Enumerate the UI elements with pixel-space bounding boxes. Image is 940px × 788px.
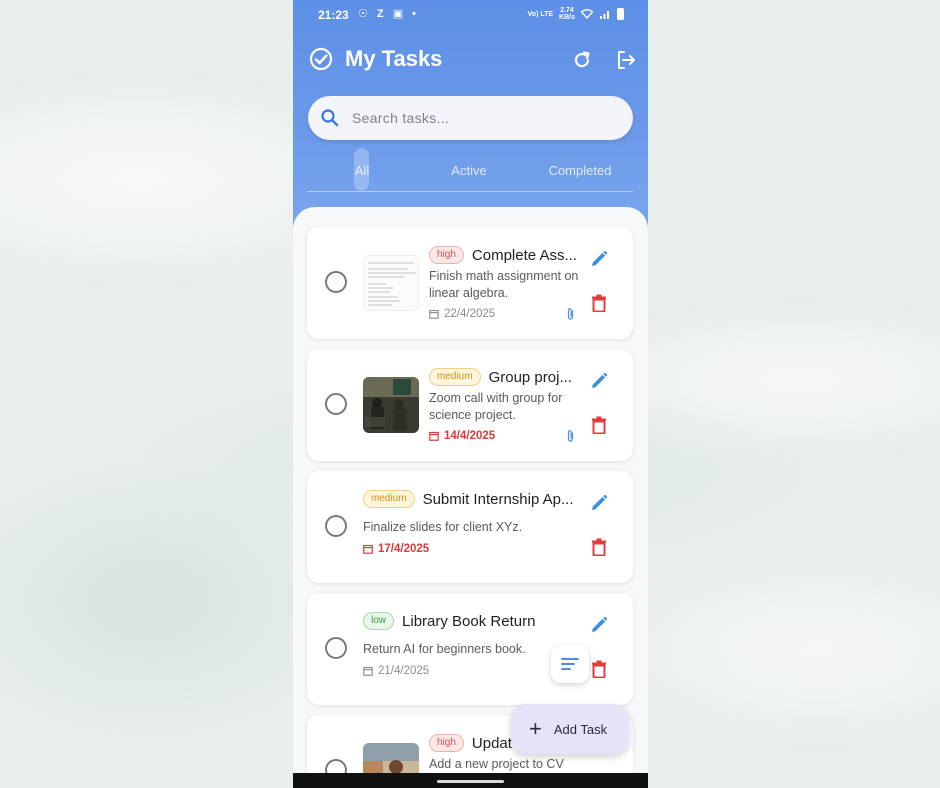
title-row: high Complete Ass... xyxy=(429,245,589,265)
network-speed: 2.74 KB/s xyxy=(559,7,575,21)
complete-checkbox[interactable] xyxy=(325,515,347,537)
tab-completed[interactable]: Completed xyxy=(539,148,621,192)
search-icon xyxy=(321,109,339,127)
search-input[interactable] xyxy=(352,106,622,130)
priority-badge: high xyxy=(429,246,464,264)
title-row: medium Group proj... xyxy=(429,367,589,387)
calendar-icon xyxy=(363,544,373,554)
complete-checkbox[interactable] xyxy=(325,271,347,293)
logout-icon[interactable] xyxy=(615,49,637,71)
network-speed-value: 2.74 xyxy=(560,7,574,14)
sort-icon xyxy=(561,658,579,670)
priority-badge: medium xyxy=(363,490,415,508)
task-title: Submit Internship Ap... xyxy=(422,490,574,508)
wifi-icon xyxy=(581,9,593,19)
task-title: Updat xyxy=(471,734,512,752)
due-date-text: 22/4/2025 xyxy=(444,308,496,320)
due-date-text: 14/4/2025 xyxy=(444,430,496,442)
lte-label: Vo) LTE xyxy=(527,10,554,18)
task-title: Group proj... xyxy=(488,368,572,386)
edit-icon[interactable] xyxy=(589,615,609,635)
title-row: medium Submit Internship Ap... xyxy=(363,489,578,509)
due-date-text: 21/4/2025 xyxy=(378,665,430,677)
page-title: My Tasks xyxy=(345,46,443,71)
add-task-button[interactable]: + Add Task xyxy=(511,704,629,754)
edit-icon[interactable] xyxy=(589,371,609,391)
calendar-icon xyxy=(429,431,439,441)
group-photo-image xyxy=(363,377,419,433)
task-description: Return AI for beginners book. xyxy=(363,642,526,656)
delete-icon[interactable] xyxy=(591,416,607,434)
due-date: 14/4/2025 xyxy=(429,430,495,442)
task-card[interactable]: high Complete Ass... Finish math assignm… xyxy=(307,227,633,339)
priority-badge: low xyxy=(363,612,395,630)
filter-tabs: All Active Completed xyxy=(307,148,633,192)
priority-badge: high xyxy=(429,734,464,752)
due-date: 17/4/2025 xyxy=(363,543,429,555)
network-speed-unit: KB/s xyxy=(559,14,575,21)
edit-icon[interactable] xyxy=(589,493,609,513)
task-description: Zoom call with group for science project… xyxy=(429,391,563,422)
signal-icon xyxy=(600,11,609,19)
app-header: 21:23 ☉ Z ▣ • Vo) LTE 2.74KB/s My Tasks xyxy=(293,0,648,240)
task-thumbnail[interactable] xyxy=(363,255,419,311)
attachment-icon xyxy=(567,308,574,320)
plus-icon: + xyxy=(529,716,542,741)
sort-button[interactable] xyxy=(551,645,589,683)
title-row: low Library Book Return xyxy=(363,611,578,631)
add-task-label: Add Task xyxy=(553,721,608,737)
title-row: My Tasks xyxy=(309,46,635,76)
delete-icon[interactable] xyxy=(591,294,607,312)
task-description: Finish math assignment on linear algebra… xyxy=(429,269,579,300)
check-circle-icon xyxy=(309,47,333,71)
due-date-text: 17/4/2025 xyxy=(378,543,430,555)
status-time: 21:23 xyxy=(318,8,349,22)
tab-active[interactable]: Active xyxy=(439,148,499,192)
battery-icon xyxy=(617,8,624,20)
task-card[interactable]: medium Group proj... Zoom call with grou… xyxy=(307,349,633,461)
refresh-icon[interactable] xyxy=(571,49,593,71)
task-title: Library Book Return xyxy=(402,612,536,630)
lte-indicator: Vo) LTE xyxy=(528,11,553,18)
document-preview-image xyxy=(364,256,418,310)
task-thumbnail[interactable] xyxy=(363,377,419,433)
delete-icon[interactable] xyxy=(591,660,607,678)
system-nav-bar xyxy=(293,773,648,788)
delete-icon[interactable] xyxy=(591,538,607,556)
attachment-icon xyxy=(567,430,574,442)
home-gesture-handle[interactable] xyxy=(437,780,504,783)
priority-badge: medium xyxy=(429,368,481,386)
calendar-icon xyxy=(363,666,373,676)
notification-icons: ☉ Z ▣ • xyxy=(358,8,419,20)
task-title: Complete Ass... xyxy=(471,246,577,264)
complete-checkbox[interactable] xyxy=(325,393,347,415)
status-right-icons: Vo) LTE 2.74 KB/s xyxy=(528,7,624,21)
due-date: 22/4/2025 xyxy=(429,308,495,320)
task-card[interactable]: medium Submit Internship Ap... Finalize … xyxy=(307,471,633,583)
due-date: 21/4/2025 xyxy=(363,665,429,677)
complete-checkbox[interactable] xyxy=(325,637,347,659)
edit-icon[interactable] xyxy=(589,249,609,269)
task-list: high Complete Ass... Finish math assignm… xyxy=(293,207,648,788)
status-bar: 21:23 ☉ Z ▣ • Vo) LTE 2.74 KB/s xyxy=(293,0,648,30)
task-description: Add a new project to CV xyxy=(429,757,564,771)
phone-screen: 21:23 ☉ Z ▣ • Vo) LTE 2.74KB/s My Tasks xyxy=(293,0,648,788)
search-bar[interactable] xyxy=(308,96,633,140)
task-description: Finalize slides for client XYz. xyxy=(363,520,523,534)
calendar-icon xyxy=(429,309,439,319)
tab-all[interactable]: All xyxy=(355,148,369,192)
